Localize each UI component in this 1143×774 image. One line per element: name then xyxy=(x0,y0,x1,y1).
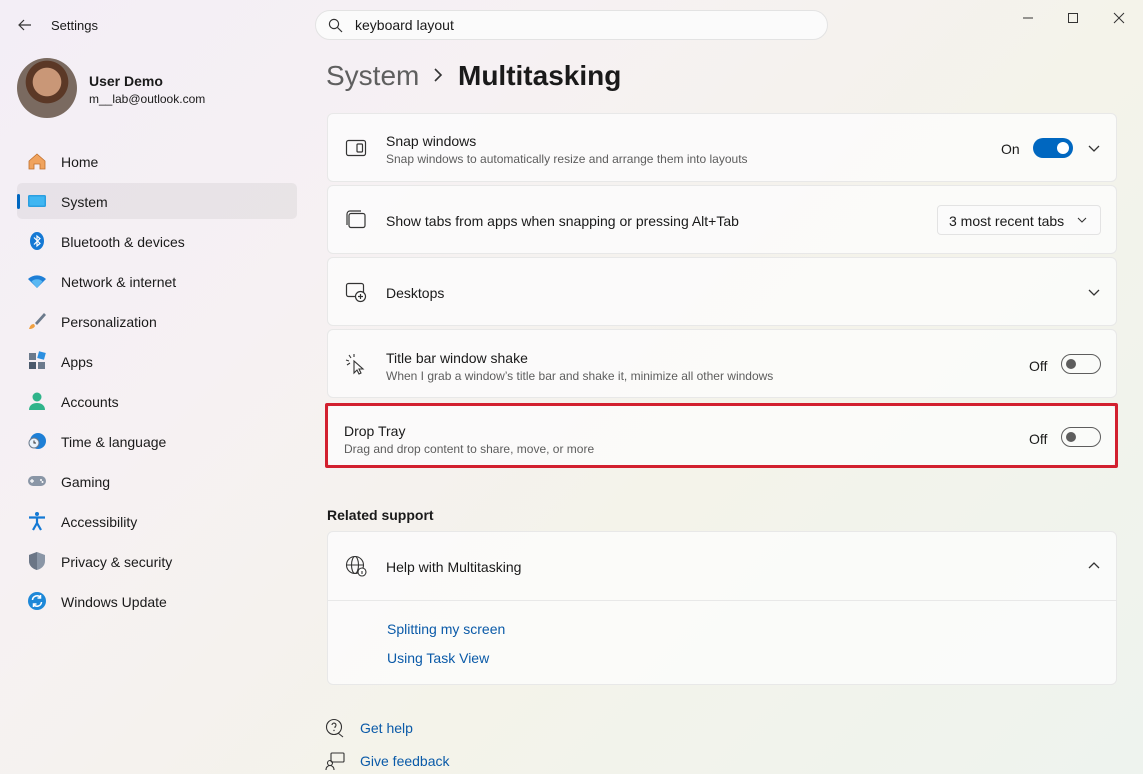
setting-title: Title bar window shake xyxy=(386,350,528,366)
chevron-down-icon[interactable] xyxy=(1086,140,1102,156)
sidebar-item-label: Privacy & security xyxy=(61,554,173,570)
search-input[interactable]: keyboard layout xyxy=(355,17,454,33)
user-email: m__lab@outlook.com xyxy=(89,92,206,106)
toggle-state-label: Off xyxy=(1029,358,1048,374)
gamepad-icon xyxy=(28,476,46,486)
sidebar-item-gaming[interactable]: Gaming xyxy=(17,463,297,499)
sidebar-item-label: Bluetooth & devices xyxy=(61,234,185,250)
setting-title: Desktops xyxy=(386,285,445,301)
sidebar-item-label: Accounts xyxy=(61,394,119,410)
accounts-icon xyxy=(29,392,45,410)
alt-tab-dropdown[interactable]: 3 most recent tabs xyxy=(937,205,1101,235)
snap-layout-icon xyxy=(345,139,367,157)
sidebar-item-label: Windows Update xyxy=(61,594,167,610)
sidebar-item-personalization[interactable]: Personalization xyxy=(17,303,297,339)
window-shake-toggle[interactable] xyxy=(1061,354,1101,374)
help-link-task-view[interactable]: Using Task View xyxy=(387,650,489,666)
user-name: User Demo xyxy=(89,73,163,89)
get-help-icon xyxy=(325,718,344,738)
help-card-header[interactable]: Help with Multitasking xyxy=(328,532,1116,601)
search-box[interactable]: keyboard layout xyxy=(315,10,828,40)
avatar xyxy=(17,58,77,118)
sidebar-item-bluetooth[interactable]: Bluetooth & devices xyxy=(17,223,297,259)
dropdown-value: 3 most recent tabs xyxy=(949,213,1065,229)
section-title: Related support xyxy=(327,507,434,523)
sidebar-nav: Home System Bluetooth & devices Network … xyxy=(17,143,297,623)
maximize-icon xyxy=(1068,13,1078,23)
accessibility-icon xyxy=(29,512,45,531)
sidebar-item-label: System xyxy=(61,194,108,210)
clock-globe-icon xyxy=(28,433,46,449)
apps-icon xyxy=(29,351,46,369)
sidebar-item-accessibility[interactable]: Accessibility xyxy=(17,503,297,539)
sidebar-item-label: Accessibility xyxy=(61,514,138,530)
chevron-down-icon[interactable] xyxy=(1086,284,1102,300)
sidebar-item-label: Time & language xyxy=(61,434,167,450)
feedback-icon xyxy=(325,752,345,771)
desktops-setting[interactable]: Desktops xyxy=(327,257,1117,326)
sidebar-item-windows-update[interactable]: Windows Update xyxy=(17,583,297,619)
home-icon xyxy=(28,153,46,170)
sidebar-item-label: Home xyxy=(61,154,99,170)
give-feedback-link[interactable]: Give feedback xyxy=(360,753,450,769)
snap-windows-setting[interactable]: Snap windows Snap windows to automatical… xyxy=(327,113,1117,182)
sidebar-item-label: Apps xyxy=(61,354,93,370)
sidebar-item-privacy[interactable]: Privacy & security xyxy=(17,543,297,579)
setting-description: Snap windows to automatically resize and… xyxy=(386,152,748,166)
window-shake-setting: Title bar window shake When I grab a win… xyxy=(327,329,1117,398)
get-help-link[interactable]: Get help xyxy=(360,720,413,736)
back-arrow-icon xyxy=(18,19,31,31)
setting-description: When I grab a window’s title bar and sha… xyxy=(386,369,774,383)
sidebar-item-network[interactable]: Network & internet xyxy=(17,263,297,299)
chevron-right-icon xyxy=(434,68,443,82)
maximize-button[interactable] xyxy=(1058,6,1088,30)
alt-tab-setting: Show tabs from apps when snapping or pre… xyxy=(327,185,1117,254)
cursor-shake-icon xyxy=(345,354,365,375)
minimize-icon xyxy=(1023,17,1033,19)
page-title: Multitasking xyxy=(458,60,622,91)
breadcrumb-parent[interactable]: System xyxy=(326,60,419,92)
sidebar-item-system[interactable]: System xyxy=(17,183,297,219)
chevron-up-icon[interactable] xyxy=(1086,558,1102,574)
sidebar-item-label: Gaming xyxy=(61,474,111,490)
help-link-splitting[interactable]: Splitting my screen xyxy=(387,621,505,637)
setting-title: Show tabs from apps when snapping or pre… xyxy=(386,213,739,229)
system-icon xyxy=(28,195,46,207)
sidebar-item-label: Personalization xyxy=(61,314,157,330)
brush-icon xyxy=(29,313,46,329)
sidebar-item-accounts[interactable]: Accounts xyxy=(17,383,297,419)
snap-windows-toggle[interactable] xyxy=(1033,138,1073,158)
chevron-down-icon xyxy=(1077,217,1087,223)
sidebar-item-home[interactable]: Home xyxy=(17,143,297,179)
search-icon xyxy=(328,18,343,33)
close-icon xyxy=(1113,12,1125,24)
help-title: Help with Multitasking xyxy=(386,559,522,575)
sidebar-item-label: Network & internet xyxy=(61,274,177,290)
desktops-icon xyxy=(345,282,367,303)
highlight-box xyxy=(325,403,1118,468)
app-title: Settings xyxy=(51,18,98,33)
update-icon xyxy=(28,592,46,610)
help-globe-icon xyxy=(345,555,367,577)
help-card: Help with Multitasking Splitting my scre… xyxy=(327,531,1117,685)
toggle-state-label: On xyxy=(1001,141,1020,157)
tabs-icon xyxy=(346,210,366,229)
minimize-button[interactable] xyxy=(1013,6,1043,30)
sidebar-item-apps[interactable]: Apps xyxy=(17,343,297,379)
close-button[interactable] xyxy=(1104,6,1134,30)
wifi-icon xyxy=(28,275,46,288)
bluetooth-icon xyxy=(30,232,44,250)
back-button[interactable] xyxy=(12,12,38,38)
shield-icon xyxy=(29,552,45,570)
setting-title: Snap windows xyxy=(386,133,477,149)
sidebar-item-time-language[interactable]: Time & language xyxy=(17,423,297,459)
